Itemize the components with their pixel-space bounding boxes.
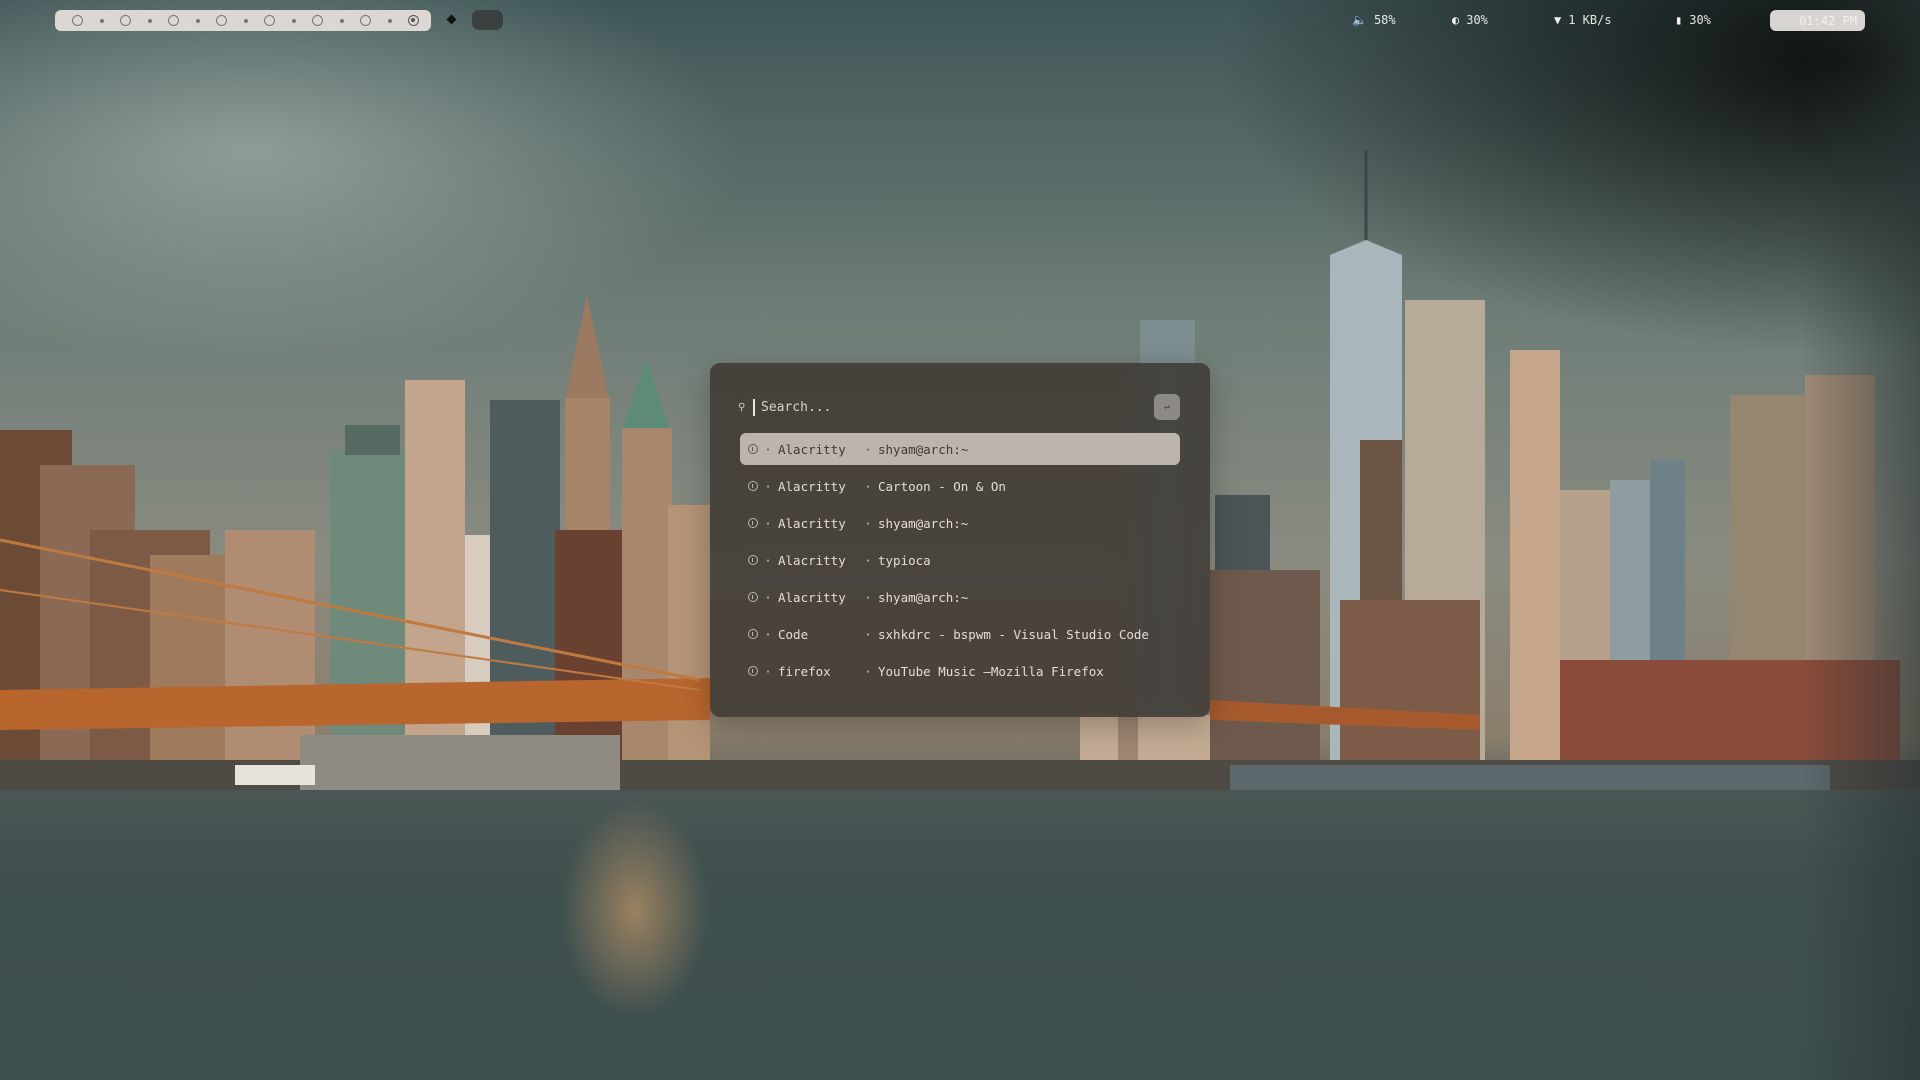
result-row[interactable]: · Alacritty · shyam@arch:~ — [740, 433, 1180, 465]
enter-icon[interactable]: ↵ — [1154, 394, 1180, 420]
text-caret — [753, 398, 755, 416]
window-icon — [748, 481, 758, 491]
brightness-value: 30% — [1466, 13, 1488, 27]
result-window-title: Cartoon - On & On — [878, 478, 1006, 494]
window-icon — [748, 518, 758, 528]
window-icon — [748, 444, 758, 454]
workspace-2-icon[interactable] — [120, 15, 131, 26]
separator: · — [764, 589, 772, 605]
separator: · — [864, 626, 872, 642]
network-status[interactable]: ▼ 1 KB/s — [1554, 11, 1612, 29]
volume-value: 58% — [1373, 13, 1396, 27]
result-app-name: Alacritty — [778, 441, 846, 457]
result-row[interactable]: · firefox · YouTube Music —Mozilla Firef… — [740, 655, 1180, 687]
workspace-separator-icon — [339, 18, 344, 23]
result-row[interactable]: · Alacritty · typioca — [740, 544, 1180, 576]
result-app-name: Alacritty — [778, 552, 846, 568]
separator: · — [864, 478, 872, 494]
result-app-name: Code — [778, 626, 809, 642]
separator: · — [864, 589, 872, 605]
search-icon: ⚲ — [738, 401, 746, 413]
window-icon — [748, 592, 758, 602]
clock[interactable]: 01:42 PM — [1770, 10, 1865, 31]
separator: · — [864, 441, 872, 457]
clock-time: 01:42 PM — [1799, 13, 1857, 28]
brightness-status[interactable]: ◐ 30% — [1452, 11, 1488, 29]
workspace-4-icon[interactable] — [216, 15, 227, 26]
wallpaper-edge-blur — [1800, 0, 1920, 1080]
battery-status[interactable]: ▮ 30% — [1675, 11, 1711, 29]
result-window-title: YouTube Music —Mozilla Firefox — [878, 663, 1104, 679]
workspace-separator-icon — [387, 18, 392, 23]
search-input[interactable] — [761, 399, 1154, 415]
battery-icon: ▮ — [1675, 13, 1683, 27]
result-row[interactable]: · Alacritty · shyam@arch:~ — [740, 507, 1180, 539]
separator: · — [864, 515, 872, 531]
volume-status[interactable]: 🔈 58% — [1352, 11, 1396, 29]
result-window-title: typioca — [878, 552, 931, 568]
launcher-search-bar: ⚲ ↵ — [738, 393, 1180, 421]
workspace-separator-icon — [291, 18, 296, 23]
separator: · — [864, 663, 872, 679]
result-row[interactable]: · Alacritty · Cartoon - On & On — [740, 470, 1180, 502]
result-window-title: shyam@arch:~ — [878, 589, 969, 605]
workspace-separator-icon — [99, 18, 104, 23]
workspace-7-icon[interactable] — [360, 15, 371, 26]
volume-icon: 🔈 — [1352, 13, 1367, 27]
workspace-indicator — [55, 10, 431, 31]
result-window-title: shyam@arch:~ — [878, 515, 969, 531]
workspace-separator-icon — [243, 18, 248, 23]
separator: · — [764, 663, 772, 679]
result-row[interactable]: · Code · sxhkdrc - bspwm - Visual Studio… — [740, 618, 1180, 650]
result-app-name: firefox — [778, 663, 831, 679]
wallpaper-reflection — [560, 800, 710, 1020]
window-icon — [748, 666, 758, 676]
separator: · — [764, 441, 772, 457]
result-window-title: sxhkdrc - bspwm - Visual Studio Code — [878, 626, 1149, 642]
tray-toggle-button[interactable] — [472, 10, 503, 30]
separator: · — [764, 552, 772, 568]
wallpaper-water — [0, 790, 1920, 1080]
wifi-icon: ▼ — [1554, 13, 1562, 27]
workspace-separator-icon — [195, 18, 200, 23]
result-app-name: Alacritty — [778, 589, 846, 605]
result-row[interactable]: · Alacritty · shyam@arch:~ — [740, 581, 1180, 613]
launcher-results-list: · Alacritty · shyam@arch:~ · Alacritty ·… — [740, 433, 1180, 692]
separator: · — [864, 552, 872, 568]
workspace-8-active-icon[interactable] — [408, 15, 419, 26]
workspace-5-icon[interactable] — [264, 15, 275, 26]
separator: · — [764, 515, 772, 531]
window-icon — [748, 629, 758, 639]
workspace-6-icon[interactable] — [312, 15, 323, 26]
battery-value: 30% — [1689, 13, 1711, 27]
result-app-name: Alacritty — [778, 478, 846, 494]
separator: · — [764, 478, 772, 494]
brightness-icon: ◐ — [1452, 13, 1460, 27]
separator: · — [764, 626, 772, 642]
window-icon — [748, 555, 758, 565]
network-value: 1 KB/s — [1568, 13, 1612, 27]
result-app-name: Alacritty — [778, 515, 846, 531]
result-window-title: shyam@arch:~ — [878, 441, 969, 457]
workspace-3-icon[interactable] — [168, 15, 179, 26]
workspace-separator-icon — [147, 18, 152, 23]
workspace-1-icon[interactable] — [72, 15, 83, 26]
app-launcher-window: ⚲ ↵ · Alacritty · shyam@arch:~ · Alacrit… — [710, 363, 1210, 717]
